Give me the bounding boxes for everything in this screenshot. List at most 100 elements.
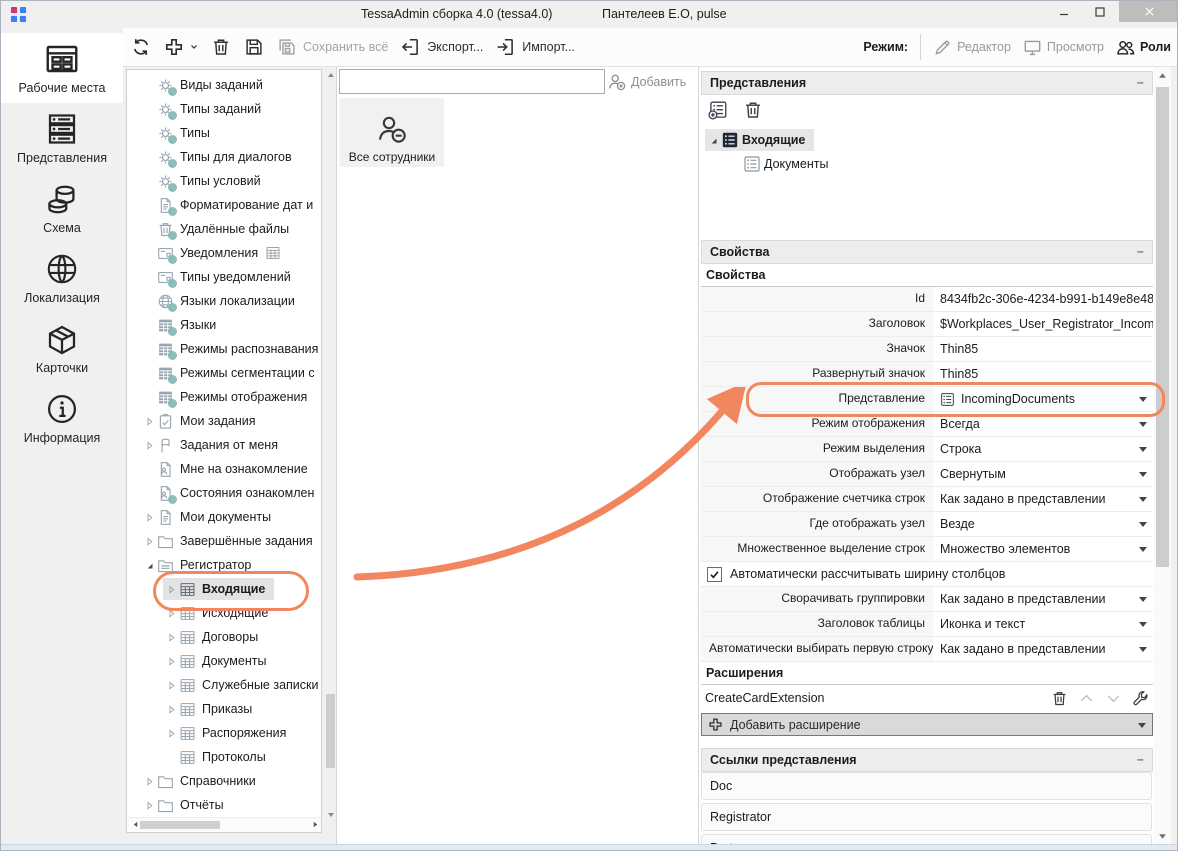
add-extension-button[interactable]: Добавить расширение [701,713,1153,736]
tree-item[interactable]: Отчёты [127,793,321,817]
sidebar-item-schema24[interactable]: Схема [1,173,123,243]
horizontal-scrollbar[interactable] [128,817,322,831]
scroll-down-icon[interactable] [325,809,336,821]
tree-item[interactable]: Типы заданий [127,97,321,121]
tree-item[interactable]: Языки [127,313,321,337]
expander-expanded-icon[interactable] [142,561,157,570]
tree-item[interactable]: Приказы [127,697,321,721]
views-tree-item[interactable]: Входящие [701,128,1153,152]
expander-expanded-icon[interactable] [705,136,721,145]
chevron-up-icon[interactable] [1078,690,1095,707]
refresh-button[interactable] [131,37,151,57]
property-value[interactable]: IncomingDocuments [933,387,1153,411]
save-all-button[interactable]: Сохранить всё [277,37,388,57]
expander-collapsed-icon[interactable] [142,801,157,810]
export-button[interactable]: Экспорт... [401,37,483,57]
extension-row[interactable]: CreateCardExtension [701,685,1153,711]
mode-roles-button[interactable]: Роли [1116,38,1171,57]
tree-item[interactable]: Договоры [127,625,321,649]
tree-item[interactable]: Распоряжения [127,721,321,745]
wrench-icon[interactable] [1132,690,1149,707]
maximize-button[interactable] [1085,1,1115,22]
sidebar-item-info24[interactable]: Информация [1,383,123,453]
views-tree-item[interactable]: Документы [701,152,1153,176]
chevron-down-icon[interactable] [1105,690,1122,707]
sidebar-item-workplaces[interactable]: Рабочие места [1,33,123,103]
scroll-left-icon[interactable] [130,821,140,828]
tree-item[interactable]: Справочники [127,769,321,793]
tree-item[interactable]: Виды заданий [127,73,321,97]
sidebar-item-views24[interactable]: Представления [1,103,123,173]
close-button[interactable] [1119,1,1178,22]
search-input[interactable] [339,69,605,94]
scrollbar-thumb[interactable] [140,821,220,829]
expander-collapsed-icon[interactable] [164,633,179,642]
view-link-row[interactable]: Partner [701,834,1152,844]
checkbox-checked-icon[interactable] [707,567,722,582]
tree-item[interactable]: Мои задания [127,409,321,433]
tree-item[interactable]: Режимы сегментации с [127,361,321,385]
tree-item[interactable]: Удалённые файлы [127,217,321,241]
expander-collapsed-icon[interactable] [164,705,179,714]
tree-item[interactable]: Документы [127,649,321,673]
tree-item[interactable]: Типы уведомлений [127,265,321,289]
view-link-row[interactable]: Doc [701,772,1152,800]
tree-item[interactable]: Задания от меня [127,433,321,457]
delete-button[interactable] [211,37,231,57]
tree-item[interactable]: Режимы распознавания [127,337,321,361]
add-button[interactable] [164,37,198,57]
tree-item[interactable]: Мои документы [127,505,321,529]
vertical-scrollbar[interactable] [325,69,336,821]
scroll-right-icon[interactable] [310,821,320,828]
expander-collapsed-icon[interactable] [142,417,157,426]
scrollbar-thumb[interactable] [1156,87,1169,567]
tree-item[interactable]: Режимы отображения [127,385,321,409]
minimize-button[interactable] [1049,1,1079,22]
expander-collapsed-icon[interactable] [142,441,157,450]
sidebar-item-cards24[interactable]: Карточки [1,313,123,383]
expander-collapsed-icon[interactable] [164,657,179,666]
tree-item[interactable]: Форматирование дат и [127,193,321,217]
expander-collapsed-icon[interactable] [164,681,179,690]
scroll-up-icon[interactable] [1154,67,1171,83]
expander-collapsed-icon[interactable] [164,729,179,738]
property-value[interactable]: Строка [933,437,1153,461]
scroll-down-icon[interactable] [1154,828,1171,844]
view-link-row[interactable]: Registrator [701,803,1152,831]
collapse-section-button[interactable]: − [1137,748,1144,772]
add-view-button[interactable] [708,100,728,120]
save-button[interactable] [244,37,264,57]
tree-item[interactable]: Уведомления [127,241,321,265]
tree-item[interactable]: Типы условий [127,169,321,193]
collapse-section-button[interactable]: − [1137,71,1144,95]
mode-preview-button[interactable]: Просмотр [1023,38,1104,57]
tree-item[interactable]: Типы [127,121,321,145]
tree-item[interactable]: Служебные записки [127,673,321,697]
tree-item[interactable]: Языки локализации [127,289,321,313]
delete-view-button[interactable] [743,100,763,120]
property-value[interactable]: Всегда [933,412,1153,436]
property-value[interactable]: Иконка и текст [933,612,1153,636]
expander-collapsed-icon[interactable] [142,777,157,786]
property-value[interactable]: Как задано в представлении [933,487,1153,511]
scroll-up-icon[interactable] [325,69,336,81]
expander-collapsed-icon[interactable] [142,513,157,522]
tree-item[interactable]: Типы для диалогов [127,145,321,169]
vertical-scrollbar[interactable] [1154,67,1171,844]
add-member-button[interactable]: Добавить [608,70,686,94]
tree-item[interactable]: Протоколы [127,745,321,769]
import-button[interactable]: Импорт... [496,37,575,57]
property-value[interactable]: Как задано в представлении [933,587,1153,611]
property-value[interactable]: Множество элементов [933,537,1153,561]
sidebar-item-loc24[interactable]: Локализация [1,243,123,313]
member-tile[interactable]: Все сотрудники [340,98,444,167]
property-value[interactable]: Свернутым [933,462,1153,486]
trash-icon[interactable] [1051,690,1068,707]
expander-collapsed-icon[interactable] [142,537,157,546]
tree-item[interactable]: Состояния ознакомлен [127,481,321,505]
tree-item[interactable]: Завершённые задания [127,529,321,553]
collapse-section-button[interactable]: − [1137,240,1144,264]
property-checkbox-row[interactable]: Автоматически рассчитывать ширину столбц… [701,562,1153,587]
mode-editor-button[interactable]: Редактор [933,38,1011,57]
tree-item[interactable]: Мне на ознакомление [127,457,321,481]
